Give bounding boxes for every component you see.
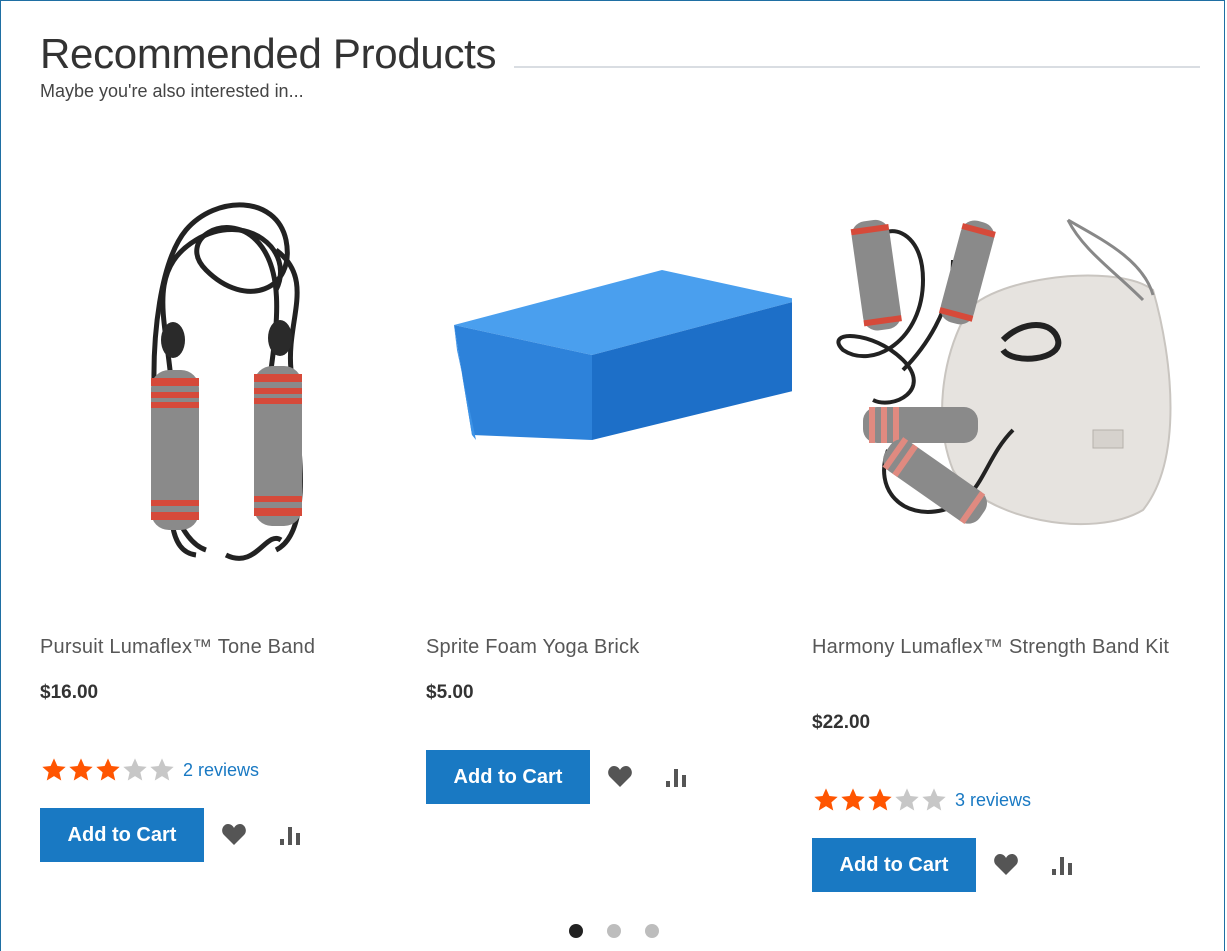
rating-stars <box>40 756 175 784</box>
product-name[interactable]: Pursuit Lumaflex™ Tone Band <box>40 632 412 662</box>
title-row: Recommended Products <box>40 28 1200 80</box>
product-image-link[interactable] <box>426 160 798 600</box>
star-icon <box>42 758 66 781</box>
product-list: Pursuit Lumaflex™ Tone Band $16.00 2 rev… <box>40 160 1200 920</box>
product-rating: 3 reviews <box>812 786 1031 814</box>
product-image-link[interactable] <box>40 160 412 600</box>
heart-icon[interactable] <box>216 817 252 853</box>
star-icon <box>123 758 147 781</box>
star-icon <box>922 788 946 811</box>
star-icon <box>841 788 865 811</box>
add-to-cart-button[interactable]: Add to Cart <box>40 808 204 862</box>
page-title: Recommended Products <box>40 30 497 77</box>
compare-bars-icon[interactable] <box>660 759 696 795</box>
product-price: $22.00 <box>812 712 871 733</box>
heart-icon[interactable] <box>602 759 638 795</box>
star-icon <box>895 788 919 811</box>
star-icon <box>868 788 892 811</box>
product-image-link[interactable] <box>812 160 1184 600</box>
product-actions: Add to Cart <box>40 808 310 862</box>
product-price: $16.00 <box>40 682 99 703</box>
reviews-link[interactable]: 2 reviews <box>183 760 259 781</box>
product-name[interactable]: Harmony Lumaflex™ Strength Band Kit <box>812 632 1184 662</box>
star-icon <box>814 788 838 811</box>
product-name[interactable]: Sprite Foam Yoga Brick <box>426 632 798 662</box>
compare-bars-icon[interactable] <box>1046 847 1082 883</box>
add-to-cart-button[interactable]: Add to Cart <box>426 750 590 804</box>
page-subtitle: Maybe you're also interested in... <box>40 81 304 101</box>
heart-icon[interactable] <box>988 847 1024 883</box>
compare-bars-icon[interactable] <box>274 817 310 853</box>
product-image <box>836 218 1172 526</box>
product-rating: 2 reviews <box>40 756 259 784</box>
product-actions: Add to Cart <box>812 838 1082 892</box>
carousel-dot[interactable] <box>644 924 659 938</box>
product-card-tone-band: Pursuit Lumaflex™ Tone Band $16.00 2 rev… <box>40 160 412 862</box>
product-image <box>454 270 792 440</box>
widget-header: Recommended Products Maybe you're also i… <box>40 28 1200 102</box>
star-icon <box>69 758 93 781</box>
rating-stars <box>812 786 947 814</box>
reviews-link[interactable]: 3 reviews <box>955 790 1031 811</box>
carousel-pagination <box>0 924 1227 938</box>
star-icon <box>96 758 120 781</box>
product-image <box>151 202 303 561</box>
product-card-yoga-brick: Sprite Foam Yoga Brick $5.00 Add to Cart <box>426 160 798 804</box>
product-price: $5.00 <box>426 682 474 703</box>
add-to-cart-button[interactable]: Add to Cart <box>812 838 976 892</box>
carousel-dot[interactable] <box>568 924 583 938</box>
product-card-strength-band-kit: Harmony Lumaflex™ Strength Band Kit $22.… <box>812 160 1184 892</box>
title-divider <box>514 66 1200 68</box>
carousel-dot[interactable] <box>606 924 621 938</box>
star-icon <box>150 758 174 781</box>
product-actions: Add to Cart <box>426 750 696 804</box>
